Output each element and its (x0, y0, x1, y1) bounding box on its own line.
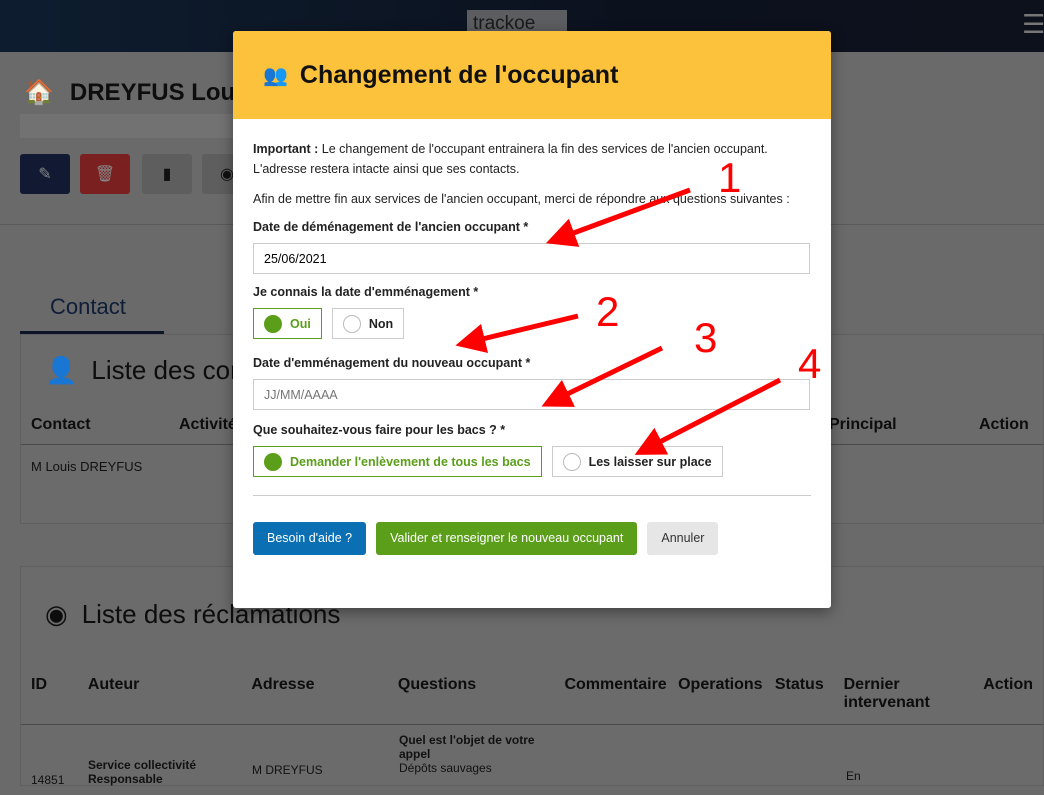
important-note: Important : Le changement de l'occupant … (253, 139, 811, 179)
edit-button[interactable]: ✎ (20, 154, 70, 194)
important-label: Important : (253, 142, 319, 156)
radio-remove-bins[interactable]: Demander l'enlèvement de tous les bacs (253, 446, 542, 477)
cancel-button[interactable]: Annuler (647, 522, 719, 555)
modal-title: Changement de l'occupant (299, 60, 619, 89)
radio-non[interactable]: Non (331, 308, 405, 339)
move-out-date-input[interactable] (253, 243, 810, 274)
col-operations: Operations (678, 676, 763, 693)
hamburger-icon[interactable]: ☰ (1022, 11, 1044, 37)
q3-label: Date d'emménagement du nouveau occupant … (253, 356, 531, 370)
radio-oui-label: Oui (290, 316, 311, 331)
cell-id: 14851 (31, 773, 65, 787)
col-status: Status (774, 676, 824, 693)
radio-remove-label: Demander l'enlèvement de tous les bacs (290, 454, 531, 469)
table-row[interactable]: 14851 Service collectivité Responsable M… (21, 725, 1043, 795)
cell-auteur: Service collectivité Responsable (88, 758, 197, 786)
tab-contact[interactable]: Contact (20, 290, 164, 334)
col-auteur: Auteur (87, 676, 140, 693)
q4-label: Que souhaitez-vous faire pour les bacs ?… (253, 423, 506, 437)
col-commentaire: Commentaire (564, 676, 667, 693)
intro-text: Afin de mettre fin aux services de l'anc… (253, 192, 790, 206)
important-text: Le changement de l'occupant entrainera l… (253, 142, 768, 176)
map-button[interactable]: ▮ (142, 154, 192, 194)
people-icon: 👥 (263, 64, 288, 87)
col-dernier: Dernier intervenant (843, 676, 930, 711)
person-icon: 👤 (45, 355, 78, 385)
col-questions: Questions (397, 676, 477, 693)
col-action: Action (979, 416, 1029, 433)
cell-question: Quel est l'objet de votre appel (399, 733, 535, 761)
validate-button[interactable]: Valider et renseigner le nouveau occupan… (376, 522, 638, 555)
cell-answer: Dépôts sauvages (399, 761, 492, 775)
page-title: DREYFUS Louis (69, 78, 256, 106)
q2-label: Je connais la date d'emménagement * (253, 285, 479, 299)
contact-name: M Louis DREYFUS (31, 459, 143, 474)
change-occupant-modal: 👥 Changement de l'occupant Important : Le… (233, 31, 831, 608)
cell-adresse: M DREYFUS (252, 763, 323, 777)
radio-keep-bins[interactable]: Les laisser sur place (551, 446, 723, 477)
move-in-date-input[interactable] (253, 379, 810, 410)
q1-label: Date de déménagement de l'ancien occupan… (253, 220, 529, 234)
col-contact: Contact (31, 416, 91, 433)
radio-non-label: Non (368, 316, 394, 331)
col-principal: Principal (829, 416, 897, 433)
reclamation-icon: ◉ (45, 599, 68, 629)
col-adresse: Adresse (251, 676, 315, 693)
radio-keep-label: Les laisser sur place (588, 454, 712, 469)
delete-button[interactable]: 🗑 (80, 154, 130, 194)
divider (253, 495, 811, 496)
help-button[interactable]: Besoin d'aide ? (253, 522, 367, 555)
col-id: ID (31, 676, 47, 693)
col-action: Action (983, 676, 1033, 693)
radio-oui[interactable]: Oui (253, 308, 322, 339)
cell-status: En (846, 769, 861, 783)
house-icon: 🏠 (24, 79, 54, 106)
